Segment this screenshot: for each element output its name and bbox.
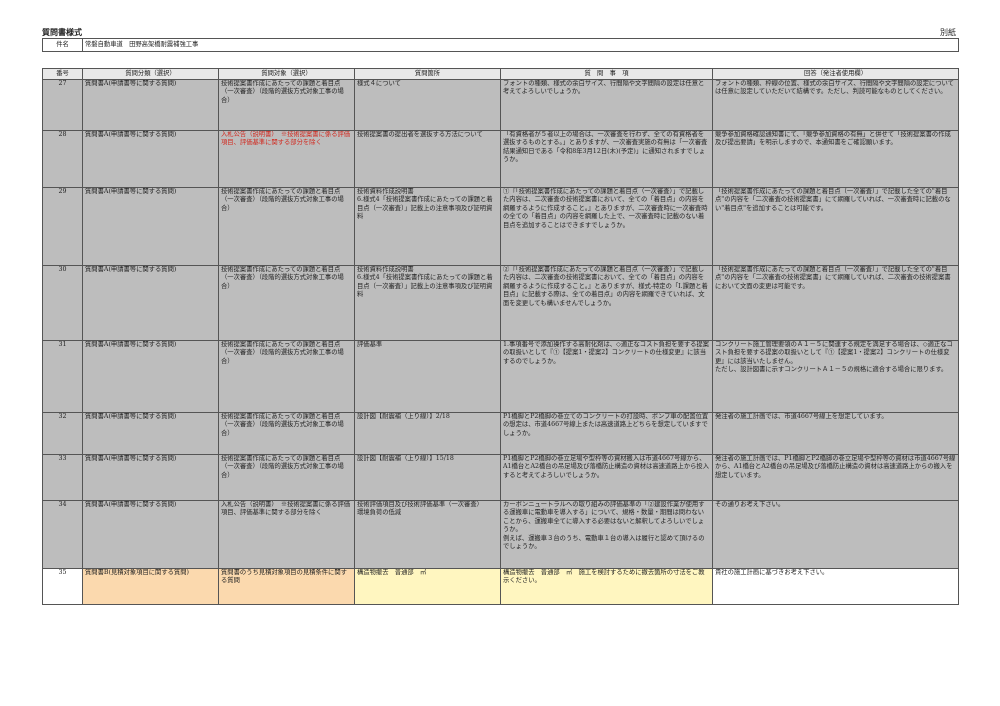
question-location: 技術評価項目及び技術評価基準（一次審査） 環境負荷の低減 bbox=[354, 500, 501, 569]
question-target: 技術提案書作成にあたっての課題と着目点（一次審査）（段階的選抜方式対象工事の場合… bbox=[218, 340, 355, 413]
question-text: P1橋脚とP2橋脚の巻立足場や型枠等の資材搬入は市道4667号線から、A1橋台と… bbox=[500, 454, 713, 501]
document-title: 質問書様式 bbox=[42, 27, 82, 37]
subject-label: 件名 bbox=[42, 38, 83, 52]
column-header: 回答（発注者使用欄） bbox=[712, 68, 959, 80]
question-text: カーボンニュートラルへの取り組みの評価基準の「②建設作業が使用する運搬車に電動車… bbox=[500, 500, 713, 569]
question-target: 質問書のうち見積対象項目の見積条件に関する質問 bbox=[218, 568, 355, 605]
row-number: 31 bbox=[42, 340, 83, 413]
question-target: 入札公告（説明書） ※技術提案書に係る評価項目、評価基準に関する部分を除く bbox=[218, 130, 355, 188]
question-table: 番号 質問分類（選択） 質問対象（選択） 質問箇所 質 問 事 項 回答（発注者… bbox=[42, 68, 959, 605]
table-row: 30 質問書A(申請書等に関する質問) 技術提案書作成にあたっての課題と着目点（… bbox=[42, 265, 959, 341]
question-target: 技術提案書作成にあたっての課題と着目点（一次審査）（段階的選抜方式対象工事の場合… bbox=[218, 79, 355, 131]
question-category: 質問書A(申請書等に関する質問) bbox=[82, 265, 219, 341]
question-location: 技術資料作成説明書 6.様式4「技術提案書作成にあたっての課題と着目点（一次審査… bbox=[354, 265, 501, 341]
question-category: 質問書A(申請書等に関する質問) bbox=[82, 187, 219, 266]
table-row: 29 質問書A(申請書等に関する質問) 技術提案書作成にあたっての課題と着目点（… bbox=[42, 187, 959, 266]
row-number: 32 bbox=[42, 412, 83, 455]
question-category: 質問書A(申請書等に関する質問) bbox=[82, 340, 219, 413]
answer-text: 発注者の施工計画では、P1橋脚とP2橋脚の巻立足場や型枠等の資材は市道4667号… bbox=[712, 454, 959, 501]
row-number: 29 bbox=[42, 187, 83, 266]
answer-text: 競争参加資格確認通知書にて、「競争参加資格の有無」と併せて「技術提案書の作成及び… bbox=[712, 130, 959, 188]
question-text: ①『「技術提案書作成にあたっての課題と着目点（一次審査）」で記載した内容は、二次… bbox=[500, 187, 713, 266]
table-row: 28 質問書A(申請書等に関する質問) 入札公告（説明書） ※技術提案書に係る評… bbox=[42, 130, 959, 188]
question-category: 質問書A(申請書等に関する質問) bbox=[82, 79, 219, 131]
column-header: 質問箇所 bbox=[354, 68, 501, 80]
question-location: 技術提案書の提出者を選抜する方法について bbox=[354, 130, 501, 188]
table-row: 33 質問書A(申請書等に関する質問) 技術提案書作成にあたっての課題と着目点（… bbox=[42, 454, 959, 501]
table-row: 35 質問書B(見積対象項目に関する質問) 質問書のうち見積対象項目の見積条件に… bbox=[42, 568, 959, 605]
question-target: 技術提案書作成にあたっての課題と着目点（一次審査）（段階的選抜方式対象工事の場合… bbox=[218, 412, 355, 455]
question-text: ②『「技術提案書作成にあたっての課題と着目点（一次審査）」で記載した内容は、二次… bbox=[500, 265, 713, 341]
row-number: 27 bbox=[42, 79, 83, 131]
question-category: 質問書A(申請書等に関する質問) bbox=[82, 454, 219, 501]
question-location: 評価基準 bbox=[354, 340, 501, 413]
document-page: 質問書様式 別紙 件名 常磐自動車道 田野高架橋耐震補強工事 番号 質問分類（選… bbox=[0, 0, 1000, 706]
question-location: 構造物撤去 普通部 ㎥ bbox=[354, 568, 501, 605]
answer-text: 「技術提案書作成にあたっての課題と着目点（一次審査）」で記載した全ての"着目点"… bbox=[712, 187, 959, 266]
question-target: 技術提案書作成にあたっての課題と着目点（一次審査）（段階的選抜方式対象工事の場合… bbox=[218, 187, 355, 266]
question-text: P1橋脚とP2橋脚の巻立てのコンクリートの打設時、ポンプ車の配置位置の想定は、市… bbox=[500, 412, 713, 455]
column-header: 番号 bbox=[42, 68, 83, 80]
subject-table: 件名 常磐自動車道 田野高架橋耐震補強工事 bbox=[42, 38, 959, 52]
question-text: 構造物撤去 普通部 ㎥ 施工を検討するために撤去箇所の寸法をご教示ください。 bbox=[500, 568, 713, 605]
row-number: 34 bbox=[42, 500, 83, 569]
row-number: 35 bbox=[42, 568, 83, 605]
row-number: 30 bbox=[42, 265, 83, 341]
question-target: 技術提案書作成にあたっての課題と着目点（一次審査）（段階的選抜方式対象工事の場合… bbox=[218, 454, 355, 501]
table-row: 34 質問書A(申請書等に関する質問) 入札公告（説明書） ※技術提案書に係る評… bbox=[42, 500, 959, 569]
question-text: 1.事項番号で添加操作する高耐化剤は、◇適正なコスト負担を要する提案の取扱いとし… bbox=[500, 340, 713, 413]
table-header-row: 番号 質問分類（選択） 質問対象（選択） 質問箇所 質 問 事 項 回答（発注者… bbox=[42, 68, 959, 80]
question-text: 「有資格者が５者以上の場合は、一次審査を行わず、全ての有資格者を選抜するものとす… bbox=[500, 130, 713, 188]
question-location: 設計図【耐震補（上り線）】2/18 bbox=[354, 412, 501, 455]
table-row: 27 質問書A(申請書等に関する質問) 技術提案書作成にあたっての課題と着目点（… bbox=[42, 79, 959, 131]
subject-value: 常磐自動車道 田野高架橋耐震補強工事 bbox=[82, 38, 959, 52]
sheet-label: 別紙 bbox=[940, 28, 956, 37]
answer-text: 貴社の施工計画に基づきお考え下さい。 bbox=[712, 568, 959, 605]
table-row: 31 質問書A(申請書等に関する質問) 技術提案書作成にあたっての課題と着目点（… bbox=[42, 340, 959, 413]
question-target: 入札公告（説明書） ※技術提案書に係る評価項目、評価基準に関する部分を除く bbox=[218, 500, 355, 569]
answer-text: コンクリート施工管理要領のＡ１－５に関連する規定を満足する場合は、◇適正なコスト… bbox=[712, 340, 959, 413]
row-number: 33 bbox=[42, 454, 83, 501]
column-header: 質問分類（選択） bbox=[82, 68, 219, 80]
question-target: 技術提案書作成にあたっての課題と着目点（一次審査）（段階的選抜方式対象工事の場合… bbox=[218, 265, 355, 341]
question-category: 質問書A(申請書等に関する質問) bbox=[82, 130, 219, 188]
answer-text: その通りお考え下さい。 bbox=[712, 500, 959, 569]
question-text: フォントの種類、様式の余白サイズ、行間隔や文字間隔の設定は任意と考えてよろしいで… bbox=[500, 79, 713, 131]
question-category: 質問書A(申請書等に関する質問) bbox=[82, 500, 219, 569]
table-row: 32 質問書A(申請書等に関する質問) 技術提案書作成にあたっての課題と着目点（… bbox=[42, 412, 959, 455]
answer-text: 発注者の施工計画では、市道4667号線上を想定しています。 bbox=[712, 412, 959, 455]
answer-text: フォントの種類、枠線の位置、様式の余白サイズ、行間隔や文字間隔の設定については任… bbox=[712, 79, 959, 131]
question-category: 質問書B(見積対象項目に関する質問) bbox=[82, 568, 219, 605]
question-location: 様式４について bbox=[354, 79, 501, 131]
question-location: 技術資料作成説明書 6.様式4「技術提案書作成にあたっての課題と着目点（一次審査… bbox=[354, 187, 501, 266]
column-header: 質問対象（選択） bbox=[218, 68, 355, 80]
row-number: 28 bbox=[42, 130, 83, 188]
question-category: 質問書A(申請書等に関する質問) bbox=[82, 412, 219, 455]
column-header: 質 問 事 項 bbox=[500, 68, 713, 80]
question-location: 設計図【耐震補（上り線）】15/18 bbox=[354, 454, 501, 501]
answer-text: 「技術提案書作成にあたっての課題と着目点（一次審査）」で記載した全ての"着目点"… bbox=[712, 265, 959, 341]
